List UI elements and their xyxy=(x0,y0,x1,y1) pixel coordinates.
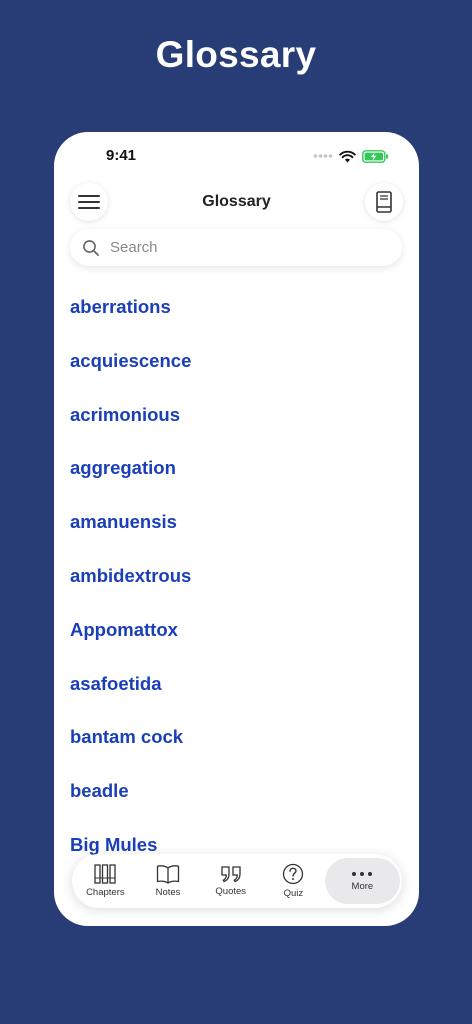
glossary-term[interactable]: acquiescence xyxy=(70,334,400,388)
search-icon xyxy=(83,239,99,256)
tab-label: Quotes xyxy=(215,886,247,897)
tab-more[interactable]: More xyxy=(324,858,400,904)
glossary-term[interactable]: ambidextrous xyxy=(70,549,400,603)
tab-label: Quiz xyxy=(283,888,304,899)
tab-label: Notes xyxy=(155,887,181,898)
status-icons xyxy=(313,149,389,163)
question-icon xyxy=(283,863,304,885)
tab-quiz[interactable]: Quiz xyxy=(262,858,325,904)
quote-icon xyxy=(221,866,241,883)
glossary-term[interactable]: aggregation xyxy=(70,441,400,495)
hamburger-menu-icon xyxy=(78,195,100,209)
tab-notes[interactable]: Notes xyxy=(137,858,200,904)
battery-charging-icon xyxy=(362,149,388,163)
status-time: 9:41 xyxy=(106,147,137,164)
nav-header: Glossary xyxy=(54,178,419,226)
glossary-term[interactable]: beadle xyxy=(70,764,400,818)
signal-icon xyxy=(313,154,333,158)
glossary-term[interactable]: asafoetida xyxy=(70,657,400,711)
glossary-term[interactable]: amanuensis xyxy=(70,495,400,549)
bottom-tab-bar: Chapters Notes Quotes Quiz More xyxy=(72,854,402,908)
glossary-term-list: aberrations acquiescence acrimonious agg… xyxy=(70,280,400,872)
glossary-term[interactable]: bantam cock xyxy=(70,710,400,764)
glossary-term[interactable]: aberrations xyxy=(70,280,400,334)
search-bar[interactable] xyxy=(70,229,402,266)
status-bar: 9:41 xyxy=(54,132,419,178)
page-heading: Glossary xyxy=(155,34,317,75)
book-icon xyxy=(376,191,392,213)
book-button[interactable] xyxy=(365,183,403,221)
tab-chapters[interactable]: Chapters xyxy=(74,858,137,904)
more-icon xyxy=(352,872,373,876)
open-book-icon xyxy=(156,865,180,884)
menu-button[interactable] xyxy=(70,183,108,221)
books-icon xyxy=(94,864,116,884)
glossary-term[interactable]: acrimonious xyxy=(70,388,400,442)
wifi-icon xyxy=(339,150,356,162)
glossary-term[interactable]: Appomattox xyxy=(70,603,400,657)
tab-label: More xyxy=(351,881,374,892)
phone-screen: 9:41 Glossary Search aberrations acquies… xyxy=(54,132,419,926)
search-input[interactable] xyxy=(108,238,382,257)
tab-label: Chapters xyxy=(86,887,125,898)
tab-quotes[interactable]: Quotes xyxy=(199,858,262,904)
